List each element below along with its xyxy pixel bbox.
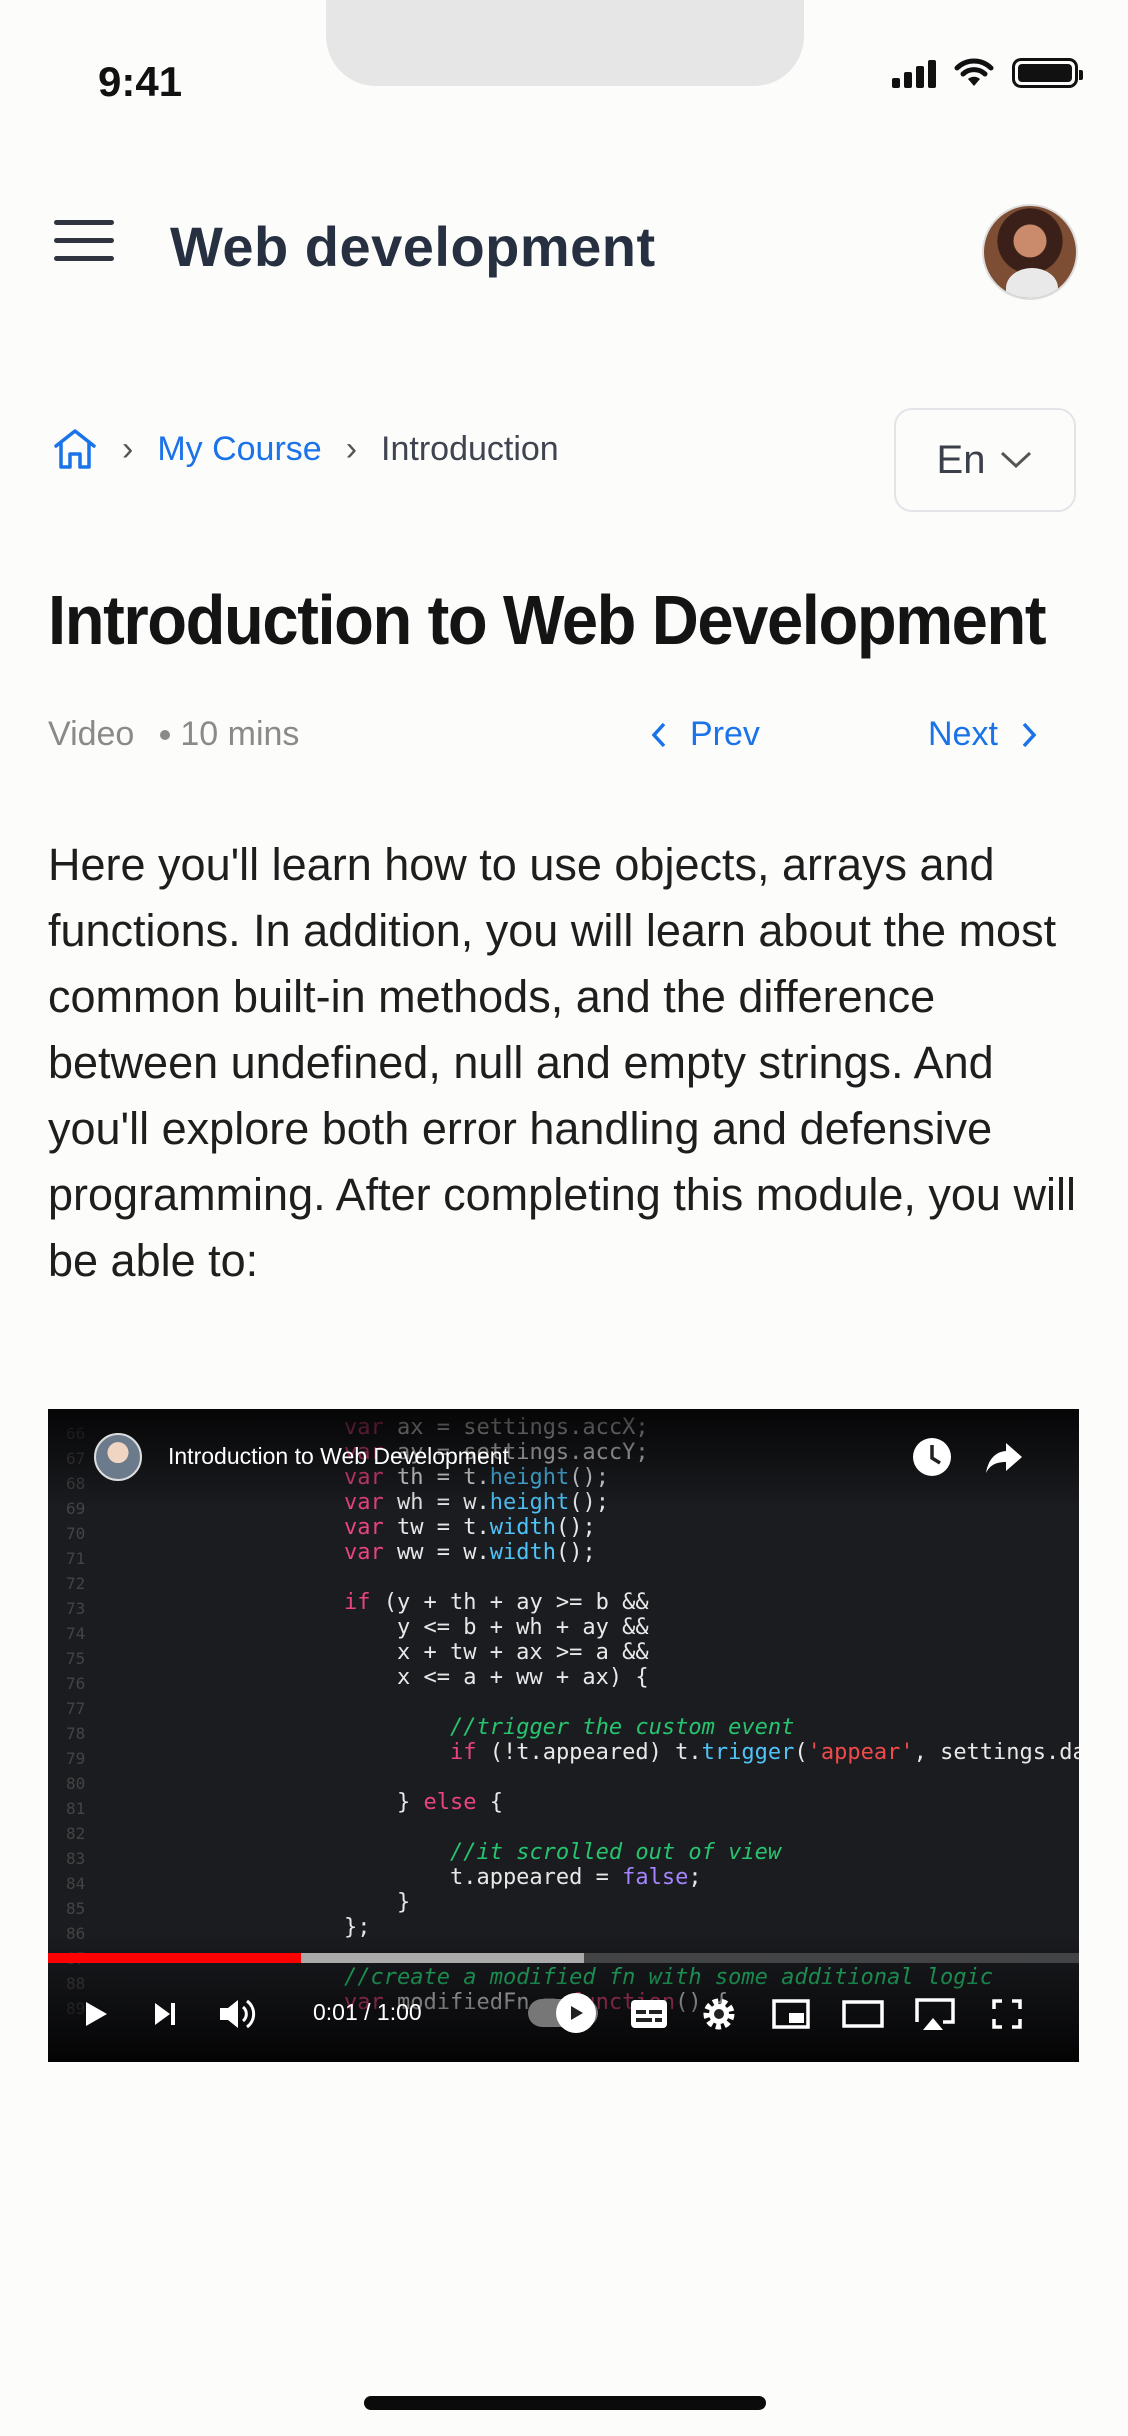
line-numbers: 6667686970717273747576777879808182838485… xyxy=(66,1424,86,2018)
prev-button[interactable]: Prev xyxy=(650,715,760,754)
battery-icon xyxy=(1012,58,1083,88)
lesson-type: Video xyxy=(48,715,135,753)
code-line: x <= a + ww + ax) { xyxy=(344,1665,649,1690)
code-line: } xyxy=(344,1890,411,1915)
cast-icon[interactable] xyxy=(910,1989,960,2039)
miniplayer-icon[interactable] xyxy=(766,1989,816,2039)
breadcrumb-my-course[interactable]: My Course xyxy=(157,430,321,469)
subtitles-icon[interactable] xyxy=(624,1989,674,2039)
lesson-title: Introduction to Web Development xyxy=(48,581,1047,659)
video-time: 0:01 / 1:00 xyxy=(313,1999,422,2025)
video-title[interactable]: Introduction to Web Development xyxy=(168,1443,509,1470)
meta-separator xyxy=(160,729,171,740)
next-label: Next xyxy=(928,715,998,753)
cellular-signal-icon xyxy=(892,58,936,88)
code-line: } else { xyxy=(344,1790,503,1815)
channel-avatar[interactable] xyxy=(94,1433,142,1481)
home-icon[interactable] xyxy=(52,428,98,470)
autoplay-play-icon xyxy=(556,1993,596,2033)
wifi-icon xyxy=(954,58,994,86)
chevron-right-icon xyxy=(1022,722,1037,747)
share-icon[interactable] xyxy=(982,1435,1026,1479)
device-notch xyxy=(326,0,804,86)
code-line: if (y + th + ay >= b && xyxy=(344,1590,649,1615)
app-header: Web development xyxy=(0,200,1128,300)
lesson-duration: 10 mins xyxy=(180,715,300,753)
volume-icon[interactable] xyxy=(212,1989,262,2039)
next-video-icon[interactable] xyxy=(140,1989,190,2039)
video-progress-bar[interactable] xyxy=(48,1953,1079,1963)
status-time: 9:41 xyxy=(98,58,183,105)
status-icons xyxy=(892,58,1083,88)
autoplay-toggle[interactable] xyxy=(528,1993,598,2033)
next-button[interactable]: Next xyxy=(928,715,1038,754)
code-line: if (!t.appeared) t.trigger('appear', set… xyxy=(449,1740,1079,1765)
video-controls: 0:01 / 1:00 xyxy=(48,1989,1079,2039)
hamburger-menu-icon[interactable] xyxy=(54,220,114,270)
user-avatar[interactable] xyxy=(982,204,1078,300)
chevron-right-icon: › xyxy=(122,429,134,468)
progress-played xyxy=(48,1953,301,1963)
language-value: En xyxy=(936,437,986,482)
code-line: //it scrolled out of view xyxy=(449,1840,782,1865)
breadcrumb: › My Course › Introduction xyxy=(52,428,559,470)
code-line: //trigger the custom event xyxy=(449,1715,795,1740)
language-select[interactable]: En xyxy=(894,408,1076,512)
chevron-right-icon: › xyxy=(345,429,358,468)
breadcrumb-current: Introduction xyxy=(381,429,559,468)
lesson-description: Here you'll learn how to use objects, ar… xyxy=(48,839,1076,1286)
lesson-meta: Video 10 mins xyxy=(48,715,299,754)
video-player[interactable]: 6667686970717273747576777879808182838485… xyxy=(48,1409,1079,2062)
code-line: x + tw + ax >= a && xyxy=(344,1640,649,1665)
play-icon[interactable] xyxy=(70,1989,120,2039)
chevron-left-icon xyxy=(651,722,666,747)
prev-label: Prev xyxy=(690,715,760,753)
code-line: var ww = w.width(); xyxy=(344,1540,596,1565)
code-line: var tw = t.width(); xyxy=(344,1515,596,1540)
watch-later-icon[interactable] xyxy=(910,1435,954,1479)
fullscreen-icon[interactable] xyxy=(982,1989,1032,2039)
settings-gear-icon[interactable] xyxy=(694,1989,744,2039)
code-line: t.appeared = false; xyxy=(344,1865,702,1890)
code-line: y <= b + wh + ay && xyxy=(344,1615,649,1640)
theater-mode-icon[interactable] xyxy=(838,1989,888,2039)
app-title: Web development xyxy=(170,215,656,278)
chevron-down-icon xyxy=(1001,451,1032,469)
home-indicator xyxy=(364,2396,766,2410)
